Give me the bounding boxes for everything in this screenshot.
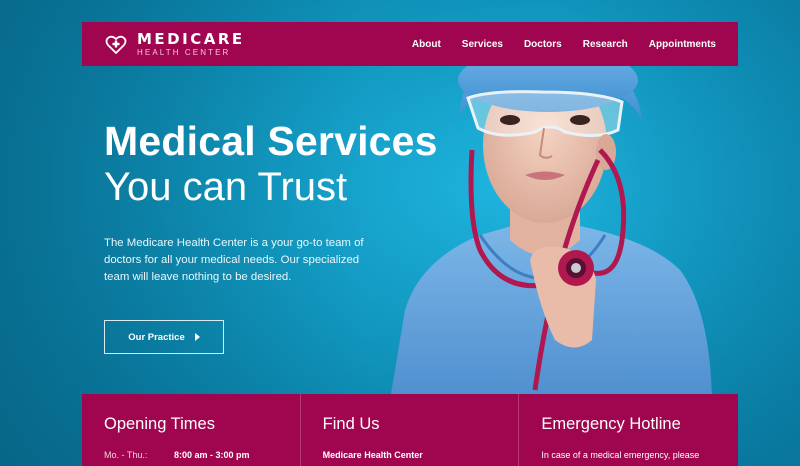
emergency-title: Emergency Hotline (541, 415, 681, 433)
nav-links: About Services Doctors Research Appointm… (412, 39, 716, 50)
arrow-right-icon (194, 333, 200, 341)
opening-times-section: Opening Times Mo. - Thu.: 8:00 am - 3:00… (82, 394, 301, 466)
emergency-text: In case of a medical emergency, please (541, 450, 700, 460)
logo[interactable]: MEDICARE HEALTH CENTER (104, 29, 245, 57)
nav-link-appointments[interactable]: Appointments (649, 39, 716, 50)
info-panel: Opening Times Mo. - Thu.: 8:00 am - 3:00… (82, 394, 738, 466)
hero-description: The Medicare Health Center is a your go-… (104, 237, 364, 283)
emergency-section: Emergency Hotline In case of a medical e… (519, 394, 738, 466)
heart-cross-icon (105, 35, 127, 55)
hero-title-line2: You can Trust (104, 165, 348, 209)
cta-label: Our Practice (128, 331, 185, 343)
opening-times-row: Mo. - Thu.: 8:00 am - 3:00 pm (104, 450, 278, 460)
opening-times-title: Opening Times (104, 415, 215, 433)
logo-subtitle: HEALTH CENTER (137, 47, 231, 57)
our-practice-button[interactable]: Our Practice (104, 320, 224, 354)
hero-doctor-photo (390, 48, 712, 400)
nav-link-research[interactable]: Research (583, 39, 628, 50)
hero-title-line1: Medical Services (104, 118, 438, 164)
nav-link-about[interactable]: About (412, 39, 441, 50)
nav-link-services[interactable]: Services (462, 39, 503, 50)
find-us-section: Find Us Medicare Health Center (301, 394, 520, 466)
nav-link-doctors[interactable]: Doctors (524, 39, 562, 50)
logo-name: MEDICARE (137, 29, 245, 48)
top-navbar: MEDICARE HEALTH CENTER About Services Do… (82, 22, 738, 66)
opening-hours: 8:00 am - 3:00 pm (174, 450, 250, 460)
find-us-title: Find Us (322, 415, 380, 433)
opening-day: Mo. - Thu.: (104, 450, 148, 460)
find-us-name: Medicare Health Center (322, 450, 423, 460)
